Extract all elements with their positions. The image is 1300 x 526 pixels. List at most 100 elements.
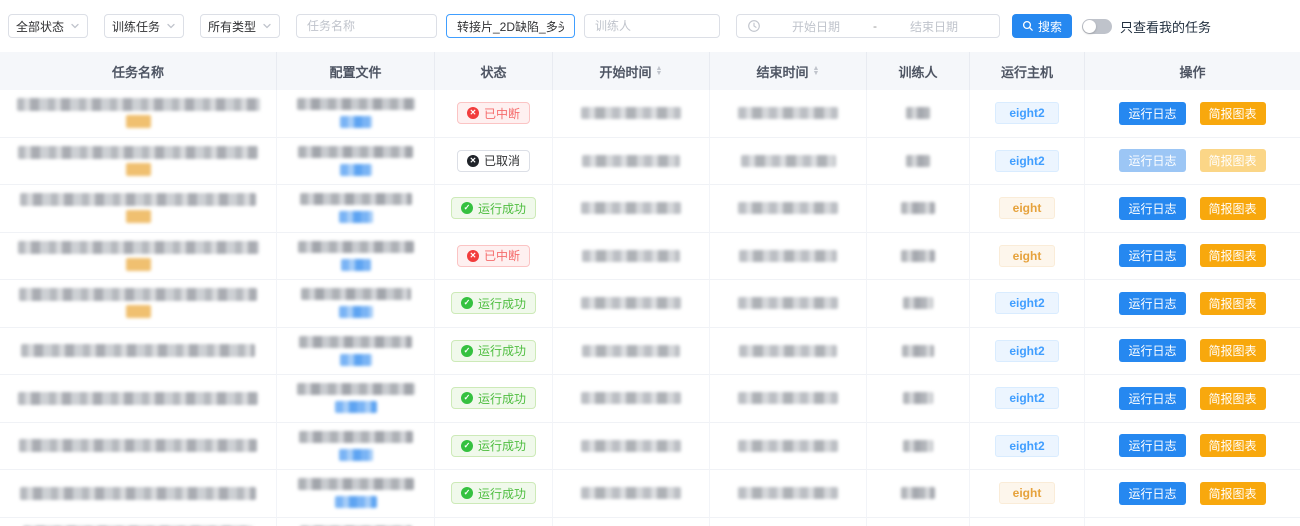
- redacted-start-time: [581, 440, 681, 452]
- status-filter-select[interactable]: 全部状态: [8, 14, 88, 38]
- config-file-cell: [277, 233, 435, 281]
- task-type-filter-select[interactable]: 训练任务: [104, 14, 184, 38]
- host-cell: eight: [970, 518, 1085, 526]
- column-header-label: 运行主机: [1001, 62, 1053, 81]
- column-header[interactable]: 运行主机: [970, 52, 1085, 90]
- config-file-cell: [277, 328, 435, 376]
- redacted-start-time: [582, 155, 680, 167]
- redacted-task-name: [20, 487, 256, 500]
- redacted-trainer: [902, 345, 934, 357]
- redacted-config-link[interactable]: [339, 211, 373, 223]
- host-cell: eight: [970, 185, 1085, 233]
- column-header[interactable]: 状态: [435, 52, 553, 90]
- task-name-cell: [0, 280, 277, 328]
- trainer-input[interactable]: [585, 15, 719, 37]
- redacted-config-link[interactable]: [335, 401, 377, 413]
- redacted-end-time: [739, 250, 837, 262]
- search-button-label: 搜索: [1038, 18, 1062, 35]
- report-chart-button[interactable]: 简报图表: [1200, 292, 1266, 315]
- table-row: ✕ 已中断 eight2 运行日志 简报图表: [0, 90, 1300, 138]
- report-chart-button[interactable]: 简报图表: [1200, 434, 1266, 457]
- table-row: ✓ 运行成功 eight2 运行日志 简报图表: [0, 328, 1300, 376]
- start-time-cell: [553, 518, 710, 526]
- run-log-button[interactable]: 运行日志: [1119, 292, 1185, 315]
- redacted-config-link[interactable]: [335, 496, 377, 508]
- redacted-config-link[interactable]: [339, 449, 373, 461]
- model-search-input[interactable]: [447, 15, 574, 37]
- status-badge: ✕ 已中断: [457, 102, 530, 124]
- status-badge: ✕ 已中断: [457, 245, 530, 267]
- end-time-cell: [710, 328, 867, 376]
- column-header[interactable]: 操作: [1085, 52, 1300, 90]
- end-time-cell: [710, 138, 867, 186]
- redacted-end-time: [741, 155, 836, 167]
- run-log-button[interactable]: 运行日志: [1119, 197, 1185, 220]
- status-badge: ✕ 已取消: [457, 150, 530, 172]
- run-log-button[interactable]: 运行日志: [1119, 482, 1185, 505]
- status-badge: ✓ 运行成功: [451, 197, 536, 219]
- status-cell: ✓ 运行成功: [435, 375, 553, 423]
- column-header[interactable]: 任务名称: [0, 52, 277, 90]
- report-chart-button[interactable]: 简报图表: [1200, 149, 1266, 172]
- status-label: 运行成功: [478, 390, 526, 407]
- sort-icon[interactable]: ▲▼: [656, 66, 663, 76]
- report-chart-button[interactable]: 简报图表: [1200, 482, 1266, 505]
- report-chart-button[interactable]: 简报图表: [1200, 339, 1266, 362]
- column-header-label: 结束时间: [757, 62, 809, 81]
- report-chart-button[interactable]: 简报图表: [1200, 197, 1266, 220]
- column-header-label: 训练人: [898, 62, 937, 81]
- host-badge: eight: [999, 482, 1056, 504]
- end-date-placeholder[interactable]: 结束日期: [879, 18, 989, 35]
- task-name-input-wrap: [296, 14, 437, 38]
- status-label: 已取消: [484, 152, 520, 169]
- my-tasks-toggle[interactable]: [1082, 19, 1112, 34]
- config-file-cell: [277, 90, 435, 138]
- run-log-button[interactable]: 运行日志: [1119, 149, 1185, 172]
- run-log-button[interactable]: 运行日志: [1119, 102, 1185, 125]
- column-header[interactable]: 开始时间 ▲▼: [553, 52, 710, 90]
- redacted-config-link[interactable]: [340, 354, 372, 366]
- sort-icon[interactable]: ▲▼: [813, 66, 820, 76]
- redacted-config-text: [297, 383, 415, 395]
- column-header[interactable]: 配置文件: [277, 52, 435, 90]
- redacted-config-link[interactable]: [341, 259, 371, 271]
- report-chart-button[interactable]: 简报图表: [1200, 387, 1266, 410]
- host-cell: eight2: [970, 423, 1085, 471]
- redacted-task-name: [18, 241, 259, 254]
- category-filter-select[interactable]: 所有类型: [200, 14, 280, 38]
- host-badge: eight2: [995, 387, 1058, 409]
- task-name-input[interactable]: [297, 15, 436, 37]
- run-log-button[interactable]: 运行日志: [1119, 339, 1185, 362]
- config-file-cell: [277, 375, 435, 423]
- column-header[interactable]: 结束时间 ▲▼: [710, 52, 867, 90]
- host-cell: eight: [970, 470, 1085, 518]
- redacted-config-link[interactable]: [340, 164, 372, 176]
- status-icon: ✓: [461, 487, 473, 499]
- redacted-config-link[interactable]: [340, 116, 372, 128]
- table-body: ✕ 已中断 eight2 运行日志 简报图表: [0, 90, 1300, 526]
- report-chart-button[interactable]: 简报图表: [1200, 102, 1266, 125]
- redacted-start-time: [581, 487, 681, 499]
- column-header[interactable]: 训练人: [867, 52, 970, 90]
- table-header-row: 任务名称 配置文件 状态 开始时间 ▲▼ 结束时间 ▲▼ 训练人 运行主机 操作: [0, 52, 1300, 90]
- actions-cell: 运行日志 简报图表: [1085, 185, 1300, 233]
- run-log-button[interactable]: 运行日志: [1119, 434, 1185, 457]
- actions-cell: 运行日志 简报图表: [1085, 90, 1300, 138]
- redacted-task-badge: [126, 210, 151, 223]
- redacted-config-link[interactable]: [339, 306, 373, 318]
- run-log-button[interactable]: 运行日志: [1119, 244, 1185, 267]
- redacted-task-name: [19, 439, 257, 452]
- run-log-button[interactable]: 运行日志: [1119, 387, 1185, 410]
- redacted-end-time: [738, 487, 838, 499]
- report-chart-button[interactable]: 简报图表: [1200, 244, 1266, 267]
- redacted-task-name: [21, 344, 255, 357]
- redacted-end-time: [738, 392, 838, 404]
- start-time-cell: [553, 423, 710, 471]
- date-range-picker[interactable]: 开始日期 - 结束日期: [736, 14, 1000, 38]
- config-file-cell: [277, 138, 435, 186]
- start-date-placeholder[interactable]: 开始日期: [761, 18, 871, 35]
- toggle-knob: [1083, 20, 1096, 33]
- search-button[interactable]: 搜索: [1012, 14, 1072, 38]
- redacted-end-time: [738, 440, 838, 452]
- redacted-task-name: [17, 98, 260, 111]
